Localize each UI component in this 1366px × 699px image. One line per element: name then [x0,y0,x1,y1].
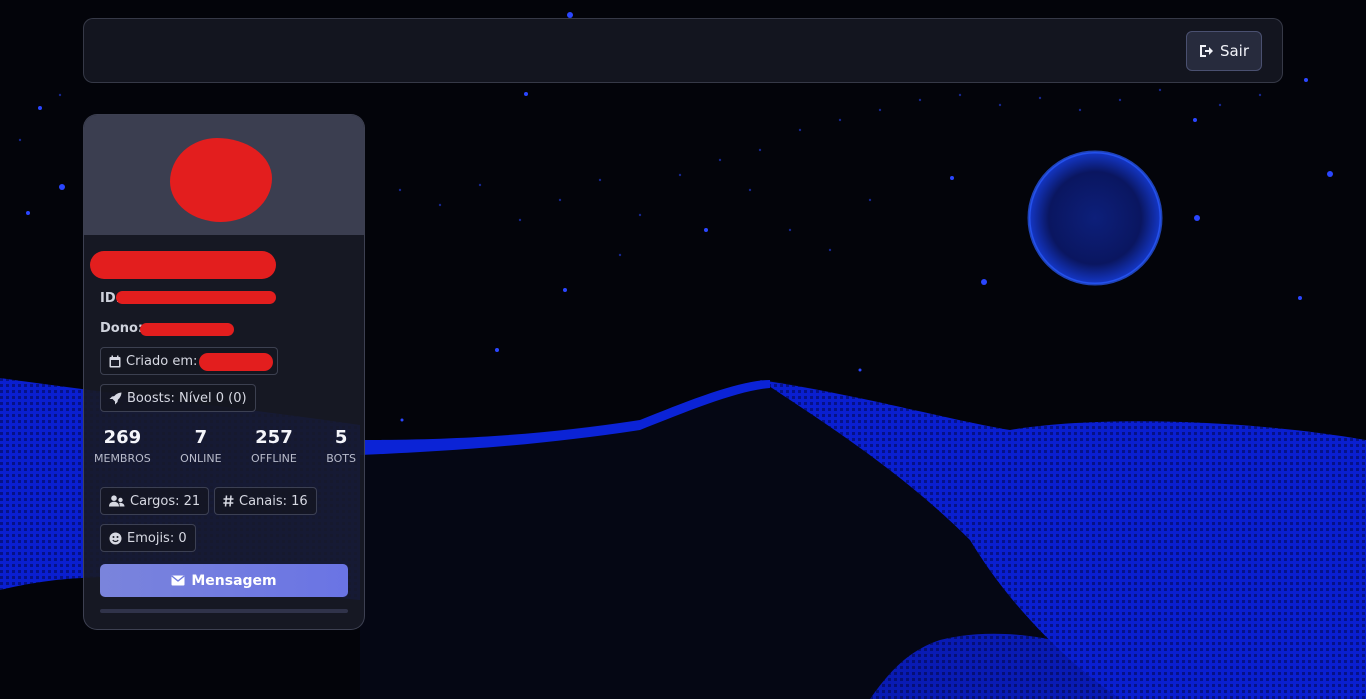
member-stats: 269 MEMBROS 7 ONLINE 257 OFFLINE 5 BOTS [94,427,356,473]
created-date-redacted [199,353,273,371]
stat-members-value: 269 [103,427,142,448]
stat-bots-label: BOTS [326,452,356,465]
created-label: Criado em: [126,353,198,369]
stat-members: 269 MEMBROS [94,427,151,473]
boosts-label: Boosts: Nível 0 (0) [127,390,247,406]
stat-online-label: ONLINE [180,452,222,465]
message-button[interactable]: Mensagem [100,564,348,597]
stat-offline-label: OFFLINE [251,452,297,465]
owner-label: Dono: [100,321,144,336]
emojis-label: Emojis: 0 [127,530,187,546]
server-avatar-redacted [170,138,272,222]
owner-redacted [140,323,234,336]
calendar-icon [109,355,121,367]
progress-bar [100,609,348,613]
emojis-chip: Emojis: 0 [100,524,196,552]
stat-bots-value: 5 [334,427,348,448]
envelope-icon [171,575,185,586]
hashtag-icon [223,495,234,507]
stat-members-label: MEMBROS [94,452,151,465]
channels-chip: Canais: 16 [214,487,317,515]
channels-label: Canais: 16 [239,493,308,509]
stat-offline-value: 257 [255,427,293,448]
stat-online-value: 7 [194,427,208,448]
server-card: ID: Dono: Criado em: Boosts: Nível 0 (0)… [83,114,365,630]
logout-label: Sair [1219,42,1250,60]
rocket-icon [109,392,122,404]
roles-chip: Cargos: 21 [100,487,210,515]
stat-offline: 257 OFFLINE [251,427,297,473]
stat-online: 7 ONLINE [180,427,221,473]
created-date-chip: Criado em: [100,347,278,375]
server-id-redacted [116,291,276,304]
server-name-redacted [90,251,276,279]
top-bar: Sair [83,18,1283,83]
sign-out-icon [1199,45,1213,57]
roles-label: Cargos: 21 [130,493,201,509]
smile-icon [109,532,122,544]
stat-bots: 5 BOTS [326,427,356,473]
message-button-label: Mensagem [191,572,277,589]
users-icon [109,495,125,507]
boosts-chip: Boosts: Nível 0 (0) [100,384,256,412]
logout-button[interactable]: Sair [1186,31,1262,71]
